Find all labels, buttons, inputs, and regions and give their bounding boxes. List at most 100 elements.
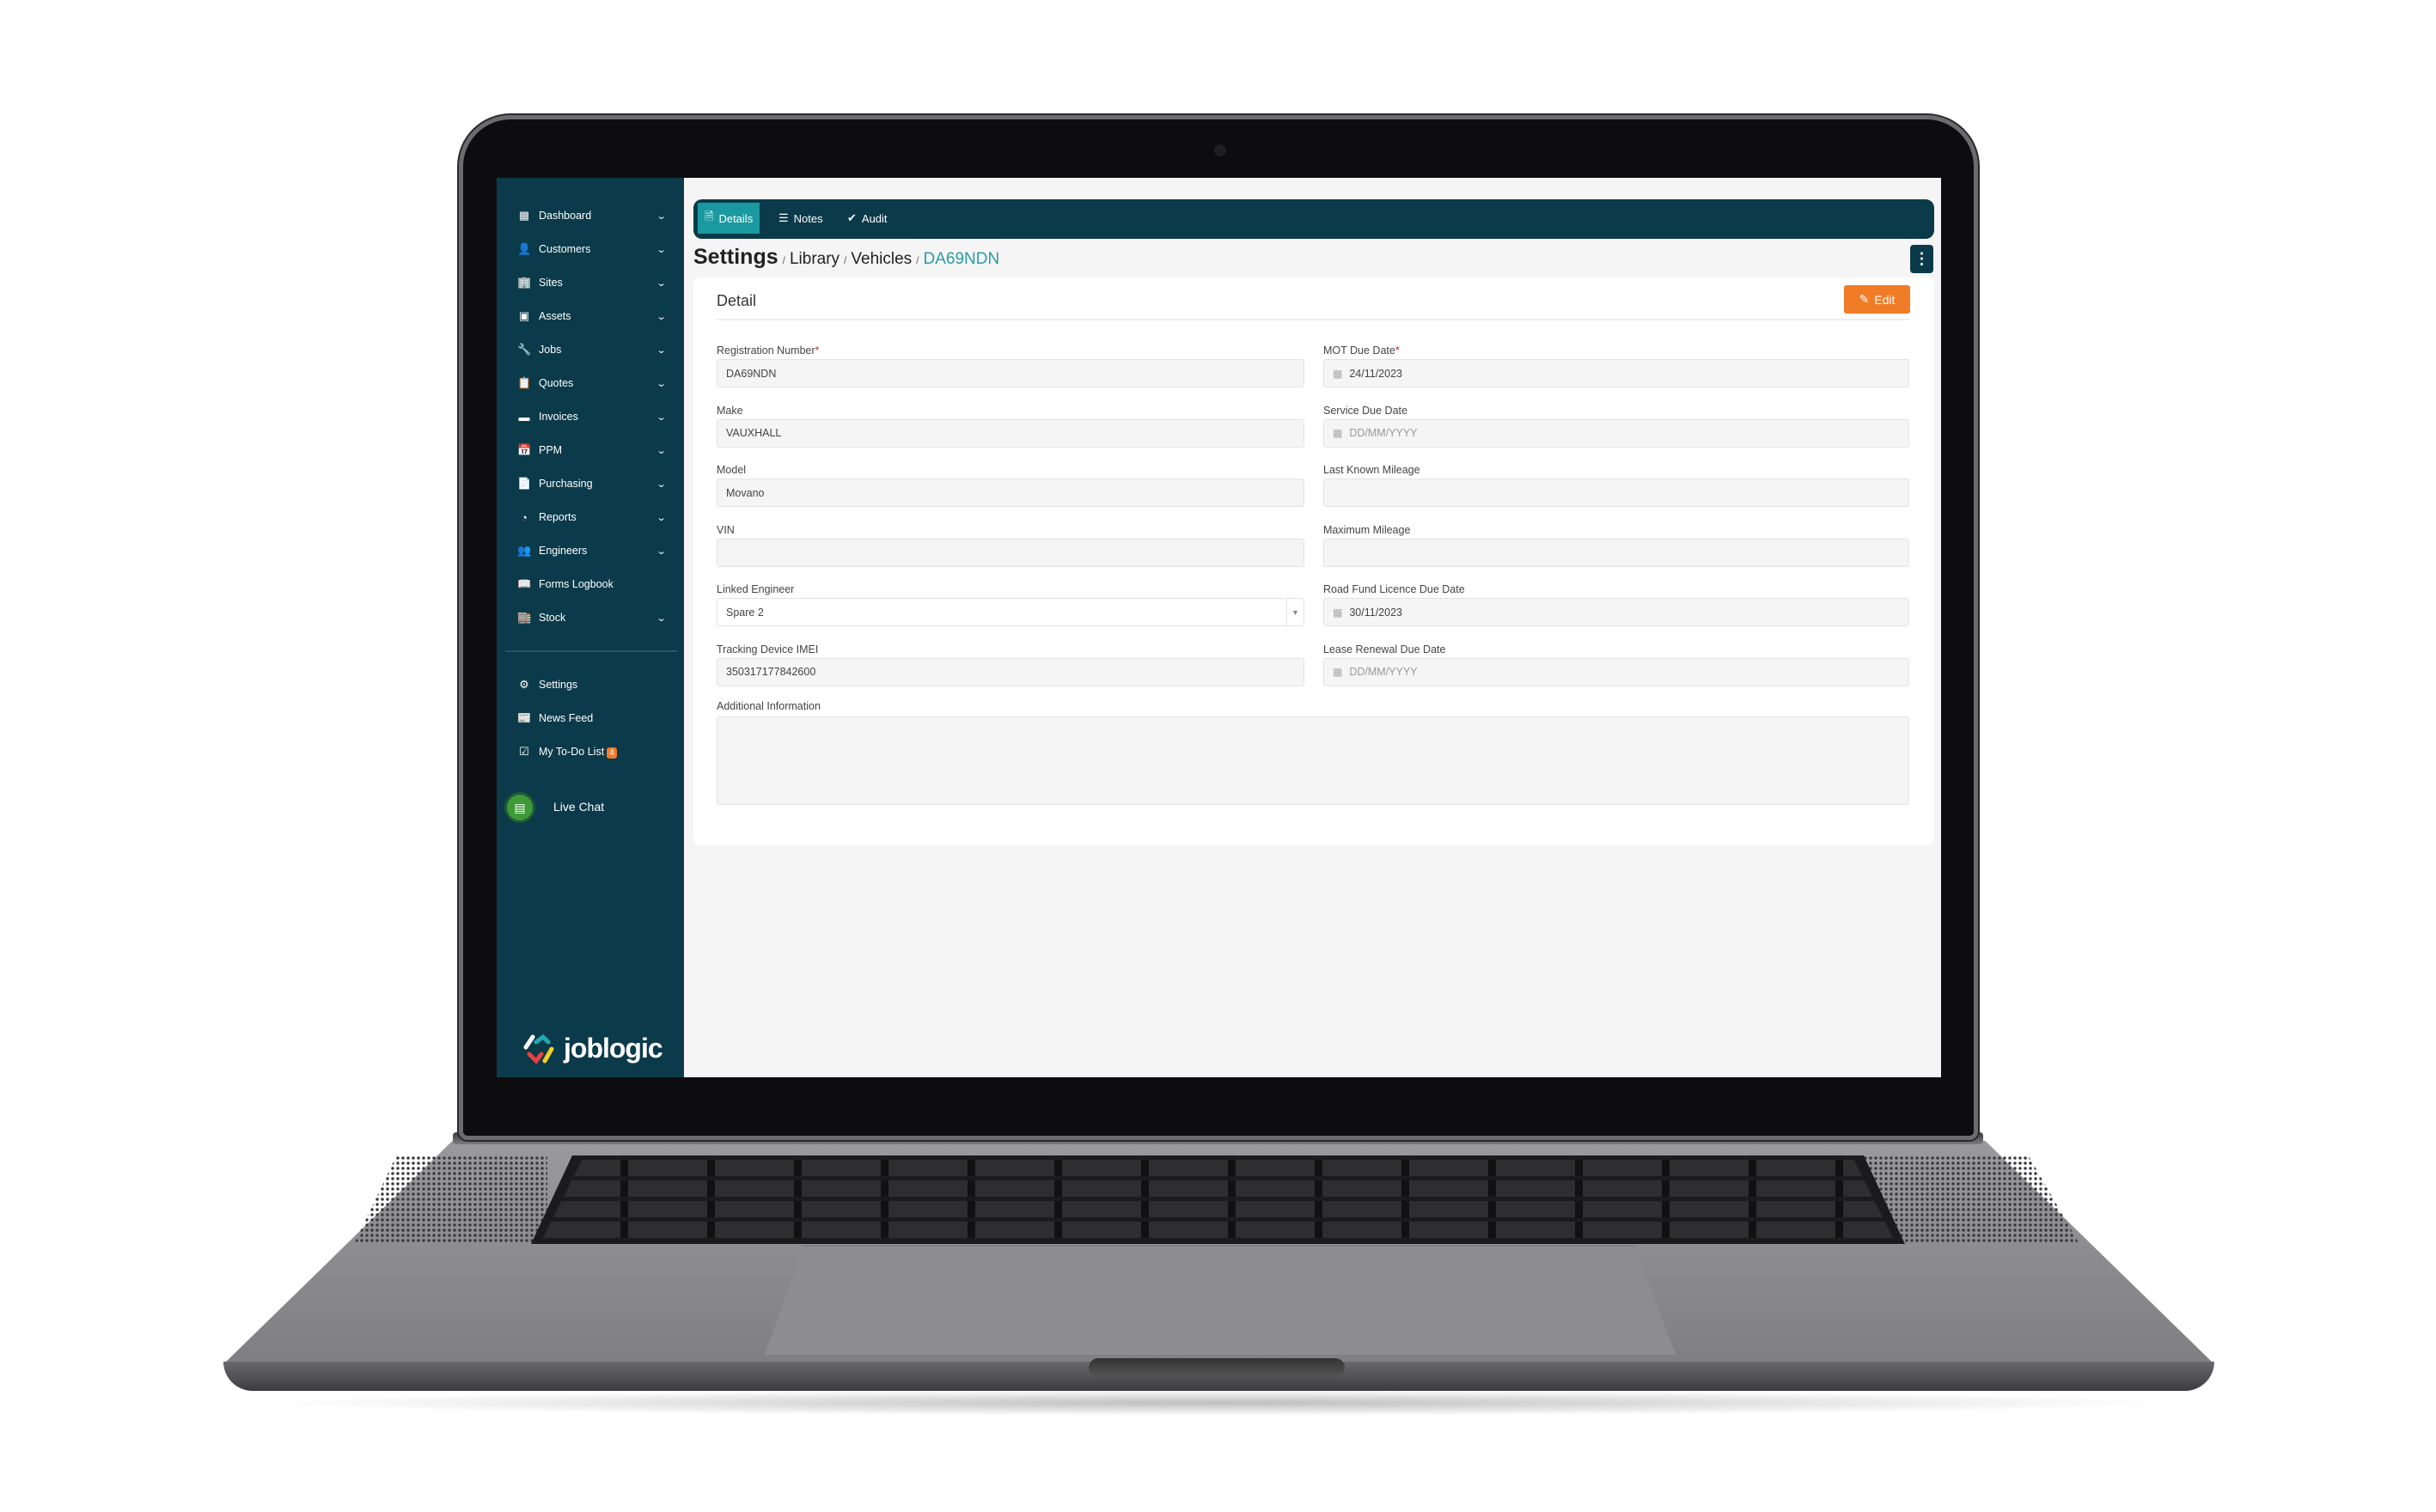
- sidebar-item-label: Purchasing: [539, 478, 593, 490]
- building-icon: 🏢: [517, 276, 532, 289]
- chevron-down-icon: ⌄: [656, 546, 667, 557]
- notes-icon: ☰: [778, 211, 789, 224]
- label-text: Lease Renewal Due Date: [1323, 643, 1446, 655]
- mot-due-date-input[interactable]: ▦ 24/11/2023: [1323, 359, 1909, 387]
- edit-label: Edit: [1874, 292, 1896, 307]
- tab-bar: 🗎 Details ☰ Notes ✔ Audit: [693, 199, 1934, 239]
- sidebar-divider: [505, 650, 677, 652]
- field-label-linked-engineer: Linked Engineer: [717, 583, 794, 595]
- required-asterisk: *: [1395, 344, 1400, 357]
- chat-icon: ▤: [507, 795, 533, 820]
- vin-input[interactable]: [717, 538, 1304, 567]
- more-options-button[interactable]: ⋮: [1910, 245, 1933, 273]
- sidebar-item-assets[interactable]: ▣ Assets ⌄: [497, 303, 684, 329]
- sidebar-item-quotes[interactable]: 📋 Quotes ⌄: [497, 370, 684, 396]
- label-text: Last Known Mileage: [1323, 464, 1420, 476]
- road-fund-licence-due-date-input[interactable]: ▦ 30/11/2023: [1323, 598, 1909, 626]
- required-asterisk: *: [815, 344, 820, 357]
- sidebar-item-label: Invoices: [539, 411, 578, 423]
- sidebar-item-settings[interactable]: ⚙ Settings: [497, 672, 684, 698]
- sidebar-item-news-feed[interactable]: 📰 News Feed: [497, 705, 684, 731]
- pencil-icon: ✎: [1859, 292, 1870, 306]
- lease-renewal-due-date-input[interactable]: ▦ DD/MM/YYYY: [1323, 657, 1909, 686]
- field-label-mot-due-date: MOT Due Date*: [1323, 344, 1400, 357]
- label-text: Service Due Date: [1323, 404, 1407, 417]
- field-value: Spare 2: [726, 606, 764, 619]
- additional-information-textarea[interactable]: [717, 716, 1909, 805]
- sidebar-item-ppm[interactable]: 📅 PPM ⌄: [497, 437, 684, 463]
- sidebar-item-label: Reports: [539, 511, 577, 523]
- linked-engineer-select[interactable]: Spare 2 ▼: [717, 598, 1304, 626]
- sidebar-item-reports[interactable]: ◔ Reports ⌄: [497, 504, 684, 530]
- user-icon: 👤: [517, 242, 532, 255]
- tracking-device-imei-input[interactable]: 350317177842600: [717, 657, 1304, 686]
- sidebar-item-invoices[interactable]: ▬ Invoices ⌄: [497, 404, 684, 430]
- sidebar-item-engineers[interactable]: 👥 Engineers ⌄: [497, 538, 684, 564]
- tab-label: Audit: [861, 211, 888, 225]
- sidebar-item-dashboard[interactable]: ▦ Dashboard ⌄: [497, 203, 684, 229]
- chevron-down-icon: ⌄: [656, 244, 667, 255]
- checklist-icon: ☑: [519, 745, 529, 758]
- breadcrumb-library[interactable]: Library: [790, 250, 839, 269]
- sidebar-item-label: Dashboard: [539, 210, 592, 222]
- card-title: Detail: [717, 292, 757, 309]
- chevron-down-icon: ⌄: [656, 613, 667, 624]
- maximum-mileage-input[interactable]: [1323, 538, 1909, 567]
- chevron-down-icon: ⌄: [656, 412, 667, 423]
- breadcrumb-separator: /: [916, 254, 919, 266]
- warehouse-icon: 🏬: [517, 611, 532, 624]
- label-text: Road Fund Licence Due Date: [1323, 583, 1465, 595]
- tab-audit[interactable]: ✔ Audit: [840, 203, 894, 234]
- chevron-down-icon: ⌄: [656, 479, 667, 490]
- joblogic-logo[interactable]: joblogic: [522, 1033, 663, 1064]
- sidebar-item-stock[interactable]: 🏬 Stock ⌄: [497, 605, 684, 631]
- sidebar-item-jobs[interactable]: 🔧 Jobs ⌄: [497, 337, 684, 363]
- sidebar-item-purchasing[interactable]: 📄 Purchasing ⌄: [497, 471, 684, 497]
- dropdown-arrow-icon[interactable]: ▼: [1286, 599, 1303, 625]
- chevron-down-icon: ⌄: [656, 344, 667, 356]
- tab-details[interactable]: 🗎 Details: [698, 203, 760, 234]
- label-text: Linked Engineer: [717, 583, 795, 595]
- sidebar: ▦ Dashboard ⌄ 👤 Customers ⌄ 🏢 Sites ⌄ ▣ Assets ⌄ 🔧 Jo…: [497, 178, 684, 1077]
- users-icon: 👥: [517, 544, 532, 557]
- edit-button[interactable]: ✎ Edit: [1844, 285, 1910, 314]
- trackpad: [765, 1246, 1676, 1355]
- tab-label: Notes: [793, 211, 823, 225]
- detail-card: Detail ✎ Edit Registration Number* DA69ND…: [693, 277, 1934, 845]
- registration-number-input[interactable]: DA69NDN: [717, 359, 1304, 387]
- sidebar-item-forms-logbook[interactable]: 📖 Forms Logbook: [497, 571, 684, 597]
- field-label-model: Model: [717, 464, 746, 476]
- user-gear-icon: ⚙: [519, 678, 529, 691]
- label-text: Tracking Device IMEI: [717, 643, 819, 655]
- laptop-shadow: [258, 1390, 2180, 1416]
- chevron-down-icon: ⌄: [656, 378, 667, 389]
- field-label-lease-renewal-due-date: Lease Renewal Due Date: [1323, 643, 1445, 655]
- sidebar-item-sites[interactable]: 🏢 Sites ⌄: [497, 270, 684, 296]
- label-text: Make: [717, 404, 743, 417]
- live-chat-button[interactable]: ▤ Live Chat: [497, 790, 684, 824]
- speaker-grille-left: [354, 1155, 547, 1244]
- document-icon: 🗎: [705, 210, 714, 223]
- breadcrumb-vehicles[interactable]: Vehicles: [851, 250, 912, 269]
- pie-chart-icon: ◔: [521, 510, 528, 524]
- newspaper-icon: 📰: [517, 711, 532, 724]
- sidebar-item-customers[interactable]: 👤 Customers ⌄: [497, 236, 684, 262]
- breadcrumb-settings[interactable]: Settings: [693, 245, 778, 270]
- sidebar-item-label: My To-Do List 4: [539, 746, 617, 759]
- label-text: Model: [717, 464, 747, 476]
- sidebar-item-label: Sites: [539, 277, 563, 289]
- calendar-icon: ▦: [1333, 427, 1343, 439]
- model-input[interactable]: Movano: [717, 479, 1304, 507]
- keyboard-keys: [541, 1160, 1895, 1241]
- calendar-icon: ▦: [1333, 606, 1343, 619]
- sidebar-item-my-to-do-list[interactable]: ☑ My To-Do List 4: [497, 739, 684, 765]
- camera-icon: [1214, 144, 1226, 156]
- make-input[interactable]: VAUXHALL: [717, 418, 1304, 448]
- tab-notes[interactable]: ☰ Notes: [772, 203, 830, 234]
- sidebar-item-text: Settings: [539, 679, 578, 691]
- field-placeholder: DD/MM/YYYY: [1349, 666, 1418, 678]
- service-due-date-input[interactable]: ▦ DD/MM/YYYY: [1323, 418, 1909, 448]
- calendar-icon: ▦: [1333, 367, 1343, 380]
- chevron-down-icon: ⌄: [656, 277, 667, 289]
- last-known-mileage-input[interactable]: [1323, 479, 1909, 507]
